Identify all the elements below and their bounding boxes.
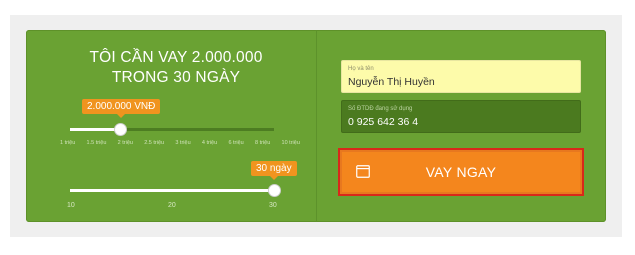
amount-track-empty: [120, 128, 274, 131]
days-slider-handle[interactable]: [268, 184, 281, 197]
panel-divider: [316, 30, 317, 222]
days-scale-max: 30: [269, 202, 277, 209]
phone-label: Số ĐTDĐ đang sử dụng: [348, 106, 413, 112]
apply-now-button[interactable]: VAY NGAY: [342, 152, 580, 192]
amount-tick: 10 triệu: [281, 140, 300, 146]
amount-tick: 1 triệu: [60, 140, 76, 146]
full-name-field[interactable]: Họ và tên Nguyễn Thị Huyền: [341, 60, 581, 93]
apply-now-label: VAY NGAY: [425, 164, 497, 180]
amount-tick: 8 triệu: [254, 140, 271, 146]
amount-tick: 1.5 triệu: [86, 140, 107, 146]
days-scale-min: 10: [67, 202, 75, 209]
phone-value[interactable]: 0 925 642 36 4: [348, 115, 574, 129]
full-name-value[interactable]: Nguyễn Thị Huyền: [348, 75, 574, 89]
heading-days-line: TRONG 30 NGÀY: [111, 69, 241, 86]
days-bubble: 30 ngày: [251, 161, 297, 180]
amount-tick: 2 triệu: [117, 140, 133, 146]
days-track-filled: [70, 189, 274, 192]
amount-tick-labels: 1 triệu 1.5 triệu 2 triệu 2.5 triệu 3 tr…: [60, 140, 300, 146]
amount-tick: 2.5 triệu: [144, 140, 165, 146]
amount-tick: 3 triệu: [175, 140, 191, 146]
amount-tick: 4 triệu: [201, 140, 218, 146]
amount-bubble: 2.000.000 VNĐ: [82, 99, 161, 118]
amount-tick: 6 triệu: [228, 140, 244, 146]
wallet-icon: [356, 165, 370, 181]
days-scale-mid: 20: [168, 202, 176, 209]
full-name-label: Họ và tên: [348, 66, 374, 72]
amount-slider-handle[interactable]: [114, 123, 127, 136]
heading-amount-line: TÔI CẦN VAY 2.000.000: [89, 49, 263, 66]
submit-highlight: VAY NGAY: [338, 148, 584, 196]
loan-heading: TÔI CẦN VAY 2.000.000 TRONG 30 NGÀY: [56, 48, 296, 88]
phone-field[interactable]: Số ĐTDĐ đang sử dụng 0 925 642 36 4: [341, 100, 581, 133]
amount-track-filled: [70, 128, 120, 131]
